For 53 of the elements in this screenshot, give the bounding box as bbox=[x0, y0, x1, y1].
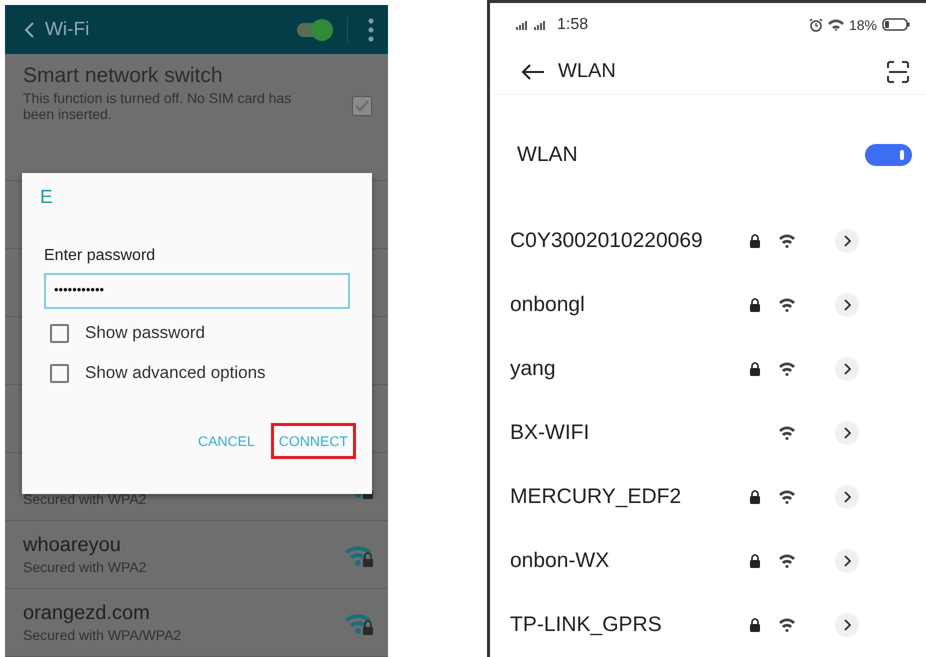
wifi-icon bbox=[828, 18, 844, 31]
wlan-toggle[interactable] bbox=[865, 144, 912, 166]
chevron-icon bbox=[843, 362, 851, 375]
details-button[interactable] bbox=[835, 292, 859, 317]
alarm-icon bbox=[808, 18, 823, 32]
wifi-icon bbox=[779, 554, 795, 568]
network-name[interactable]: onbon-WX bbox=[510, 548, 749, 573]
battery-level: 18% bbox=[848, 16, 877, 33]
details-button[interactable] bbox=[835, 356, 859, 381]
dialog-title: E bbox=[40, 187, 54, 209]
checkbox[interactable] bbox=[50, 364, 69, 382]
network-security: Secured with WPA2 bbox=[23, 559, 148, 575]
field-label: Enter password bbox=[44, 247, 156, 265]
wifi-icon bbox=[779, 618, 795, 632]
chevron-icon bbox=[843, 298, 851, 311]
checkbox[interactable] bbox=[50, 324, 69, 342]
wifi-icon bbox=[779, 298, 795, 312]
option-label: Show advanced options bbox=[85, 363, 266, 383]
wifi-icon bbox=[779, 490, 795, 504]
screen-title: WLAN bbox=[558, 60, 616, 84]
details-button[interactable] bbox=[835, 548, 859, 573]
chevron-icon bbox=[843, 490, 851, 503]
status-time: 1:58 bbox=[557, 16, 588, 34]
chevron-icon bbox=[843, 234, 851, 247]
network-name[interactable]: TP-LINK_GPRS bbox=[510, 613, 749, 637]
chevron-icon bbox=[843, 554, 851, 567]
network-name[interactable]: BX-WIFI bbox=[510, 420, 749, 445]
checkbox[interactable] bbox=[352, 96, 372, 116]
details-button[interactable] bbox=[835, 420, 859, 445]
wifi-icon bbox=[779, 362, 795, 376]
network-name[interactable]: onbongl bbox=[510, 292, 749, 317]
network-security: Secured with WPA2 bbox=[23, 491, 148, 507]
scan-icon[interactable] bbox=[886, 60, 910, 84]
battery-icon bbox=[882, 18, 910, 32]
network-security: Secured with WPA/WPA2 bbox=[23, 627, 182, 643]
more-icon[interactable] bbox=[368, 18, 374, 42]
chevron-icon bbox=[843, 619, 851, 631]
details-button[interactable] bbox=[835, 484, 859, 509]
network-name[interactable]: yang bbox=[510, 356, 749, 381]
setting-description: This function is turned off. No SIM card has been inserted. bbox=[23, 90, 292, 122]
wifi-icon bbox=[779, 426, 795, 440]
network-name[interactable]: C0Y3002010220069 bbox=[510, 228, 749, 253]
screen-title: Wi-Fi bbox=[45, 18, 90, 41]
option-label: Show password bbox=[85, 323, 206, 343]
details-button[interactable] bbox=[835, 613, 859, 637]
setting-title: Smart network switch bbox=[23, 64, 224, 88]
network-name[interactable]: MERCURY_EDF2 bbox=[510, 484, 749, 509]
password-field[interactable]: ••••••••••• bbox=[44, 273, 350, 309]
back-icon[interactable] bbox=[520, 62, 546, 81]
chevron-icon bbox=[843, 426, 851, 439]
wifi-icon bbox=[779, 234, 795, 248]
setting-label: WLAN bbox=[517, 143, 579, 168]
details-button[interactable] bbox=[835, 228, 859, 253]
